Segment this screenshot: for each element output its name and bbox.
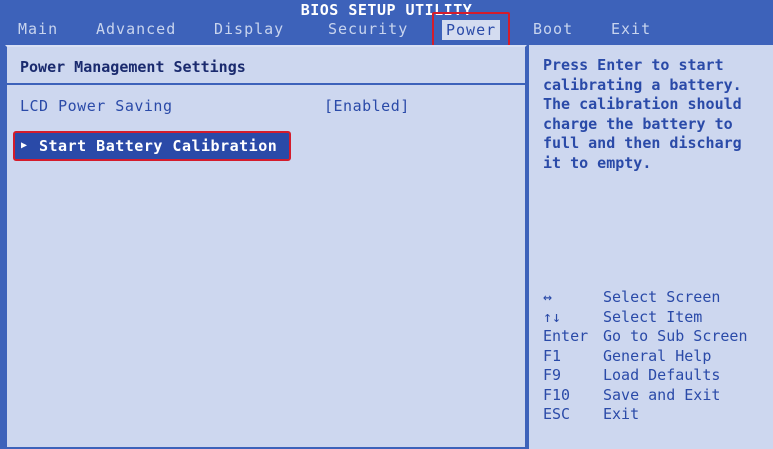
left-right-arrow-icon: ↔ — [543, 288, 553, 306]
help-panel: Press Enter to start calibrating a batte… — [527, 45, 773, 449]
tab-display[interactable]: Display — [214, 18, 284, 40]
key-name: F9 — [543, 366, 562, 384]
bios-screen: BIOS SETUP UTILITY Main Advanced Display… — [0, 0, 773, 449]
key-desc: Load Defaults — [603, 366, 721, 384]
bios-title: BIOS SETUP UTILITY — [300, 1, 473, 19]
key-desc: General Help — [603, 346, 712, 365]
key-name: Enter — [543, 327, 589, 345]
key-row: ↑↓ Select Item — [543, 308, 773, 328]
key-row: F10 Save and Exit — [543, 386, 773, 406]
up-down-arrow-icon: ↑↓ — [543, 307, 562, 326]
key-legend: ↔ Select Screen ↑↓ Select Item Enter Go … — [543, 288, 773, 425]
lcd-power-saving-label[interactable]: LCD Power Saving — [20, 97, 173, 115]
section-divider — [7, 83, 527, 85]
key-name: F10 — [543, 385, 571, 404]
key-desc: Select Screen — [603, 288, 721, 306]
tab-boot[interactable]: Boot — [533, 18, 573, 40]
start-battery-calibration-label: Start Battery Calibration — [39, 137, 278, 155]
key-name: F1 — [543, 346, 562, 365]
key-row: Enter Go to Sub Screen — [543, 327, 773, 347]
tab-security[interactable]: Security — [328, 18, 408, 40]
key-desc: Exit — [603, 405, 640, 423]
lcd-power-saving-value[interactable]: [Enabled] — [324, 97, 410, 115]
tab-main[interactable]: Main — [18, 18, 58, 40]
menu-bar: Main Advanced Display Security Power Boo… — [0, 18, 773, 40]
help-text: Press Enter to start calibrating a batte… — [543, 56, 742, 172]
key-desc: Save and Exit — [603, 385, 721, 404]
submenu-arrow-icon: ▶ — [21, 140, 28, 151]
key-row: F1 General Help — [543, 347, 773, 367]
key-desc: Go to Sub Screen — [603, 327, 748, 345]
section-title: Power Management Settings — [20, 58, 246, 76]
start-battery-calibration-item[interactable]: ▶ Start Battery Calibration — [13, 131, 291, 161]
key-name: ESC — [543, 405, 571, 423]
key-desc: Select Item — [603, 307, 703, 326]
key-row: ↔ Select Screen — [543, 288, 773, 308]
tab-exit[interactable]: Exit — [611, 18, 651, 40]
main-panel: Power Management Settings LCD Power Savi… — [5, 45, 527, 449]
key-row: ESC Exit — [543, 405, 773, 425]
key-row: F9 Load Defaults — [543, 366, 773, 386]
tab-advanced[interactable]: Advanced — [96, 18, 176, 40]
